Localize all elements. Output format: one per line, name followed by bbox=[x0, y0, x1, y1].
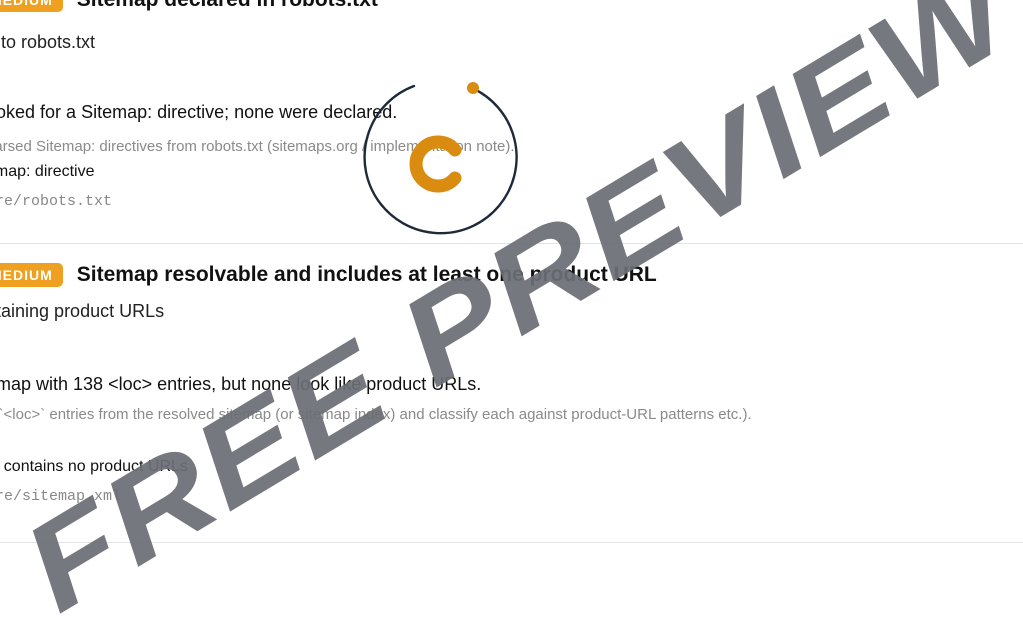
section-divider bbox=[0, 542, 1023, 543]
finding-detail: emap: directive bbox=[0, 163, 95, 180]
finding-source-path: are/sitemap.xml bbox=[0, 488, 122, 505]
finding-sitemap-product-urls: MEDIUM Sitemap resolvable and includes a… bbox=[0, 243, 1023, 543]
severity-badge: MEDIUM bbox=[0, 263, 63, 287]
finding-title: Sitemap declared in robots.txt bbox=[77, 0, 378, 12]
finding-detail: ut contains no product URLs bbox=[0, 458, 188, 475]
severity-badge: MEDIUM bbox=[0, 0, 63, 12]
circle-c-logo-icon bbox=[363, 82, 518, 235]
finding-subtitle: e to robots.txt bbox=[0, 32, 96, 52]
finding-title-row: MEDIUM Sitemap declared in robots.txt bbox=[0, 0, 378, 12]
finding-result: ooked for a Sitemap: directive; none wer… bbox=[0, 102, 398, 122]
finding-title: Sitemap resolvable and includes at least… bbox=[76, 263, 657, 286]
finding-result: emap with 138 <loc> entries, but none lo… bbox=[0, 374, 482, 394]
finding-title-row: MEDIUM Sitemap resolvable and includes a… bbox=[0, 263, 657, 287]
finding-source-path: are/robots.txt bbox=[0, 193, 113, 210]
finding-method-note: e `<loc>` entries from the resolved site… bbox=[0, 406, 752, 423]
audit-report-page: MEDIUM Sitemap declared in robots.txt e … bbox=[0, 0, 1023, 629]
finding-subtitle: ntaining product URLs bbox=[0, 301, 165, 321]
